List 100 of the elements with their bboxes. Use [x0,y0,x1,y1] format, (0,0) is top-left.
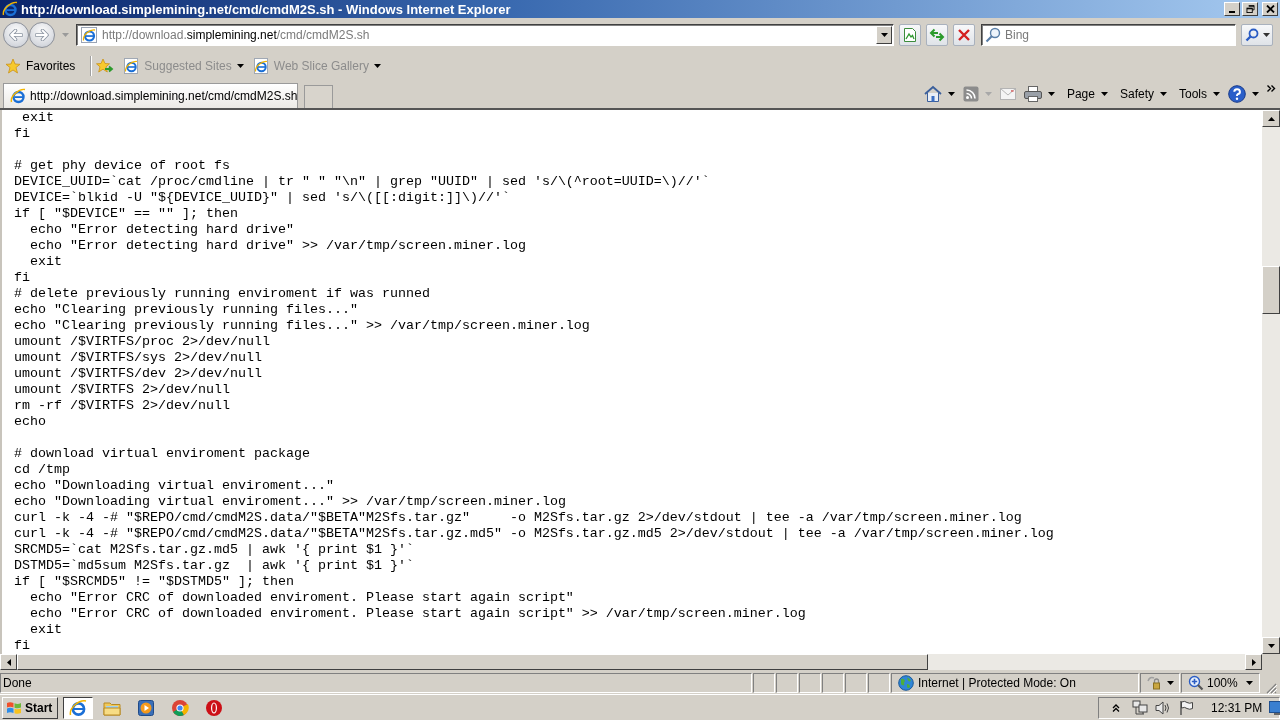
round-logo-icon [171,698,189,717]
caret-icon [1167,681,1174,685]
forward-button[interactable] [29,22,55,48]
code-line: umount /$VIRTFS/dev 2>/dev/null [14,366,262,382]
refresh-button[interactable] [926,24,948,46]
scrollbar[interactable] [1262,110,1280,654]
code-line: echo "Clearing previously running files..." [14,302,358,318]
code-line: exit [29,622,62,638]
browser-icon [81,27,97,43]
status-pane [822,673,844,693]
menu-button[interactable]: Page [1066,87,1108,101]
feeds-button[interactable] [962,86,992,102]
search-field[interactable]: Bing [981,24,1236,46]
caret-icon [236,64,244,68]
network-icon[interactable] [1132,699,1148,716]
browser-icon [2,1,18,17]
close-icon [1265,5,1275,13]
chevron-up-icon[interactable] [1112,703,1120,712]
browser-icon [123,58,140,74]
status-pane [776,673,798,693]
speaker-icon[interactable] [1155,699,1171,716]
help-icon [1228,85,1246,103]
code-line: curl -k -4 -# "$REPO/cmd/cmdM2S.data/"$BETA"M2Sfs.tar.gz.md5" -o M2Sfs.tar.gz.md5 2>/dev/stdout | tee -a /var/tmp/screen.miner.log [14,526,1054,542]
code-line: # delete previously running enviroment if was runned [14,286,430,302]
caret-icon [984,92,992,96]
code-line: fi [14,126,30,142]
favorites-button[interactable]: Favorites [4,56,77,76]
stop-icon [957,28,971,42]
scroll-right-button[interactable] [1245,654,1262,670]
home-button[interactable] [923,85,955,103]
code-line: echo "Error CRC of downloaded enviroment. Please start again script" >> /var/tmp/screen.miner.log [29,606,806,622]
code-line: exit [29,254,62,270]
stop-button[interactable] [953,24,975,46]
ring-icon [205,698,223,717]
code-line: # download virtual enviroment package [14,446,310,462]
security-button[interactable] [1140,673,1180,693]
caret-icon [1246,681,1253,685]
code-line: SRCMD5=`cat M2Sfs.tar.gz.md5 | awk '{ print $1 }'` [14,542,414,558]
chevron-icon[interactable] [1267,84,1276,92]
scroll-up-button[interactable] [1262,110,1280,127]
address-field[interactable]: http://download.simplemining.net/cmd/cmdM2S.sh [76,24,894,46]
security-zone-text: Internet | Protected Mode: On [918,676,1076,690]
down-arrow-icon [1267,643,1275,648]
caret-icon [1252,92,1259,96]
dropdown-button[interactable] [876,26,892,44]
browser-icon [10,88,26,104]
scrollbar-thumb[interactable] [1262,266,1280,314]
window-title: http://download.simplemining.net/cmd/cmdM2S.sh - Windows Internet Explorer [21,1,511,17]
status-text: Done [3,676,32,690]
flag-icon[interactable] [1178,699,1194,716]
search-icon [985,27,1001,43]
code-line: echo "Error detecting hard drive" >> /var/tmp/screen.miner.log [29,238,526,254]
status-pane [845,673,867,693]
code-line: echo "Error CRC of downloaded enviroment. Please start again script" [29,590,574,606]
code-line: umount /$VIRTFS/sys 2>/dev/null [14,350,262,366]
scrollbar[interactable] [0,654,1262,670]
left-arrow-icon [6,658,11,666]
caret-icon [1100,92,1108,96]
browser-icon [252,58,269,74]
code-line: echo "Downloading virtual enviroment..." >> /var/tmp/screen.miner.log [14,494,566,510]
printer-icon [1023,85,1042,103]
windows-flag-icon [6,699,22,716]
code-line: fi [14,270,30,286]
taskbar-button[interactable] [63,696,93,719]
code-line: echo "Downloading virtual enviroment..." [14,478,334,494]
scrollbar-thumb[interactable] [17,654,928,670]
code-line: umount /$VIRTFS/proc 2>/dev/null [14,334,270,350]
print-button[interactable] [1023,85,1055,103]
close-button[interactable] [1262,2,1278,16]
code-line: # get phy device of root fs [14,158,230,174]
compatibility-view-button[interactable] [899,24,921,46]
help-button[interactable] [1228,85,1259,103]
refresh-icon [929,27,945,43]
scroll-down-button[interactable] [1262,637,1280,654]
back-button[interactable] [3,22,29,48]
search-button[interactable] [1241,24,1273,46]
browser-icon [69,698,87,717]
menu-button[interactable]: Tools [1179,87,1220,101]
forward-arrow-icon [35,29,49,41]
desktop-icon[interactable] [1269,700,1280,715]
resize-grip-icon[interactable] [1265,682,1277,694]
media-player-icon [137,698,155,717]
star-arrow-icon[interactable] [96,58,115,74]
restore-button[interactable] [1242,2,1258,16]
caret-icon [947,92,955,96]
minimize-button[interactable] [1224,2,1240,16]
start-button[interactable]: Start [2,696,58,719]
caret-icon [880,33,888,37]
restore-icon [1245,5,1255,13]
star-icon [5,58,21,74]
menu-button[interactable]: Safety [1119,87,1167,101]
status-pane [799,673,821,693]
caret-icon [1213,92,1220,96]
code-line: curl -k -4 -# "$REPO/cmd/cmdM2S.data/"$BETA"M2Sfs.tar.gz" -o M2Sfs.tar.gz 2>/dev/stdout | tee -a /var/tmp/screen.miner.log [14,510,1022,526]
browser-tab[interactable]: http://download.simplemining.net/cmd/cmdM2S.sh [3,83,298,108]
code-line: rm -rf /$VIRTFS 2>/dev/null [14,398,230,414]
scroll-left-button[interactable] [0,654,17,670]
zoom-button[interactable]: 100% [1181,673,1260,693]
caret-icon [1160,92,1167,96]
caret-icon [1262,33,1270,37]
